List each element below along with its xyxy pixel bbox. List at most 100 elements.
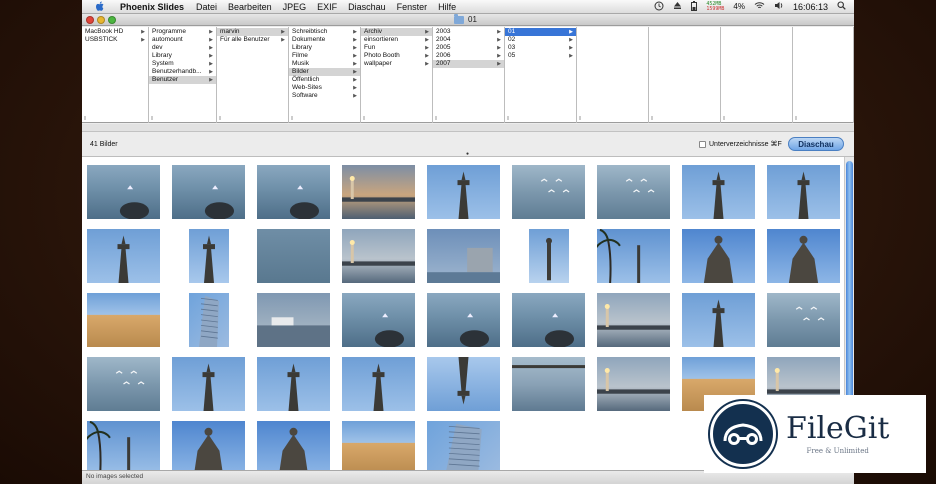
photo-thumbnail[interactable] bbox=[427, 357, 500, 411]
browser-column-5[interactable]: Archiv ▶ einsortieren ▶ Fun ▶ Photo Booth ▶ wall… bbox=[361, 27, 433, 123]
browser-column-3[interactable]: marvin ▶ Für alle Benutzer ▶ ‖ bbox=[217, 27, 289, 123]
photo-thumbnail[interactable] bbox=[342, 421, 415, 470]
photo-thumbnail[interactable] bbox=[767, 293, 840, 347]
menu-bearbeiten[interactable]: Bearbeiten bbox=[228, 2, 272, 12]
browser-item[interactable]: Fun ▶ bbox=[361, 44, 432, 52]
subdirectories-checkbox[interactable] bbox=[699, 140, 706, 148]
browser-item[interactable]: USBSTICK ▶ bbox=[82, 36, 148, 44]
app-menu[interactable]: Phoenix Slides bbox=[120, 2, 184, 12]
browser-item[interactable]: Web-Sites ▶ bbox=[289, 84, 360, 92]
photo-thumbnail[interactable] bbox=[597, 293, 670, 347]
column-resize-icon[interactable]: ‖ bbox=[151, 116, 153, 122]
column-resize-icon[interactable]: ‖ bbox=[723, 116, 725, 122]
subdirectories-option[interactable]: Unterverzeichnisse ⌘F bbox=[699, 140, 782, 148]
photo-thumbnail[interactable] bbox=[767, 165, 840, 219]
browser-item[interactable]: Programme ▶ bbox=[149, 28, 216, 36]
browser-item[interactable]: 2007 ▶ bbox=[433, 60, 504, 68]
spotlight-search-icon[interactable] bbox=[837, 1, 846, 12]
close-button[interactable] bbox=[86, 16, 94, 24]
photo-thumbnail[interactable] bbox=[172, 357, 245, 411]
photo-thumbnail[interactable] bbox=[172, 165, 245, 220]
browser-column-8[interactable]: ‖ bbox=[577, 27, 649, 123]
photo-thumbnail[interactable] bbox=[512, 357, 585, 411]
photo-thumbnail[interactable] bbox=[682, 229, 755, 283]
browser-item[interactable]: Musik ▶ bbox=[289, 60, 360, 68]
apple-icon[interactable] bbox=[94, 1, 106, 13]
menu-datei[interactable]: Datei bbox=[196, 2, 217, 12]
browser-item[interactable]: Software ▶ bbox=[289, 92, 360, 100]
column-resize-icon[interactable]: ‖ bbox=[579, 116, 581, 122]
column-resize-icon[interactable]: ‖ bbox=[291, 116, 293, 122]
photo-thumbnail[interactable] bbox=[172, 421, 245, 470]
browser-column-6[interactable]: 2003 ▶ 2004 ▶ 2005 ▶ 2006 ▶ 2007 ▶ ‖ bbox=[433, 27, 505, 123]
photo-thumbnail[interactable] bbox=[188, 229, 229, 283]
photo-thumbnail[interactable] bbox=[188, 293, 229, 347]
eject-icon[interactable] bbox=[673, 1, 682, 12]
zoom-button[interactable] bbox=[108, 16, 116, 24]
photo-thumbnail[interactable] bbox=[597, 357, 670, 411]
browser-item[interactable]: Benutzerhandb... ▶ bbox=[149, 68, 216, 76]
photo-thumbnail[interactable] bbox=[427, 229, 500, 283]
browser-item[interactable]: 2004 ▶ bbox=[433, 36, 504, 44]
column-resize-icon[interactable]: ‖ bbox=[795, 116, 797, 122]
photo-thumbnail[interactable] bbox=[682, 293, 755, 347]
photo-thumbnail[interactable] bbox=[767, 229, 840, 283]
browser-column-4[interactable]: Schreibtisch ▶ Dokumente ▶ Library ▶ Filme ▶ Mus… bbox=[289, 27, 361, 123]
browser-item[interactable]: 01 ▶ bbox=[505, 28, 576, 36]
photo-thumbnail[interactable] bbox=[342, 229, 415, 283]
column-resize-icon[interactable]: ‖ bbox=[651, 116, 653, 122]
menubar-clock[interactable]: 16:06:13 bbox=[793, 2, 828, 12]
photo-thumbnail[interactable] bbox=[342, 357, 415, 411]
photo-thumbnail[interactable] bbox=[342, 293, 415, 348]
split-view-divider[interactable] bbox=[82, 124, 854, 132]
browser-item[interactable]: MacBook HD ▶ bbox=[82, 28, 148, 36]
menu-hilfe[interactable]: Hilfe bbox=[438, 2, 456, 12]
browser-column-1[interactable]: MacBook HD ▶ USBSTICK ▶ ‖ bbox=[82, 27, 149, 123]
browser-item[interactable]: Photo Booth ▶ bbox=[361, 52, 432, 60]
minimize-button[interactable] bbox=[97, 16, 105, 24]
photo-thumbnail[interactable] bbox=[87, 293, 160, 347]
photo-thumbnail[interactable] bbox=[257, 229, 330, 283]
photo-thumbnail[interactable] bbox=[512, 293, 585, 348]
photo-thumbnail[interactable] bbox=[257, 293, 330, 347]
browser-item[interactable]: Schreibtisch ▶ bbox=[289, 28, 360, 36]
photo-thumbnail[interactable] bbox=[427, 293, 500, 348]
photo-thumbnail[interactable] bbox=[342, 165, 415, 219]
browser-item[interactable]: Library ▶ bbox=[149, 52, 216, 60]
volume-icon[interactable] bbox=[774, 1, 784, 12]
browser-item[interactable]: Filme ▶ bbox=[289, 52, 360, 60]
window-title-bar[interactable]: 01 bbox=[82, 13, 854, 26]
photo-thumbnail[interactable] bbox=[512, 165, 585, 219]
browser-column-9[interactable]: ‖ bbox=[649, 27, 721, 123]
timemachine-icon[interactable] bbox=[654, 1, 664, 13]
browser-item[interactable]: 02 ▶ bbox=[505, 36, 576, 44]
slideshow-button[interactable]: Diaschau bbox=[788, 137, 844, 151]
browser-item[interactable]: automount ▶ bbox=[149, 36, 216, 44]
photo-thumbnail[interactable] bbox=[87, 165, 160, 220]
photo-thumbnail[interactable] bbox=[427, 421, 500, 470]
browser-item[interactable]: wallpaper ▶ bbox=[361, 60, 432, 68]
browser-column-10[interactable]: ‖ bbox=[721, 27, 793, 123]
wifi-icon[interactable] bbox=[754, 1, 765, 12]
photo-thumbnail[interactable] bbox=[257, 421, 330, 470]
photo-thumbnail[interactable] bbox=[595, 228, 670, 284]
browser-item[interactable]: System ▶ bbox=[149, 60, 216, 68]
photo-thumbnail[interactable] bbox=[85, 420, 160, 470]
browser-item[interactable]: 05 ▶ bbox=[505, 52, 576, 60]
photo-thumbnail[interactable] bbox=[528, 229, 569, 283]
photo-thumbnail[interactable] bbox=[87, 229, 160, 283]
photo-thumbnail[interactable] bbox=[87, 357, 160, 411]
browser-item[interactable]: Archiv ▶ bbox=[361, 28, 432, 36]
menu-fenster[interactable]: Fenster bbox=[397, 2, 428, 12]
browser-item[interactable]: marvin ▶ bbox=[217, 28, 288, 36]
browser-item[interactable]: einsortieren ▶ bbox=[361, 36, 432, 44]
menu-diaschau[interactable]: Diaschau bbox=[348, 2, 386, 12]
browser-item[interactable]: 2006 ▶ bbox=[433, 52, 504, 60]
photo-thumbnail[interactable] bbox=[427, 165, 500, 219]
column-resize-icon[interactable]: ‖ bbox=[507, 116, 509, 122]
browser-column-11[interactable]: ‖ bbox=[793, 27, 854, 123]
photo-thumbnail[interactable] bbox=[682, 165, 755, 219]
column-resize-icon[interactable]: ‖ bbox=[435, 116, 437, 122]
browser-column-7[interactable]: 01 ▶ 02 ▶ 03 ▶ 05 ▶ ‖ bbox=[505, 27, 577, 123]
browser-item[interactable]: Library ▶ bbox=[289, 44, 360, 52]
